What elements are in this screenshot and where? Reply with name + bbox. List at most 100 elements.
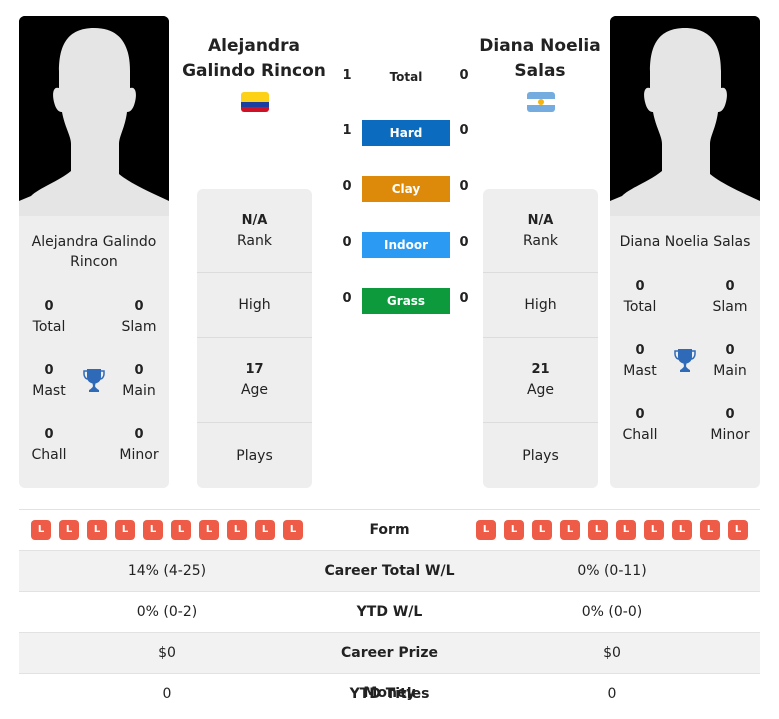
form-result-badge[interactable]: L — [59, 520, 79, 540]
left-titles-minor-value: 0 — [134, 427, 144, 442]
left-plays: Plays — [197, 423, 312, 488]
form-result-badge[interactable]: L — [476, 520, 496, 540]
left-titles-main-label: Main — [122, 383, 156, 399]
left-player-name[interactable]: Alejandra Galindo Rincon — [179, 34, 329, 84]
h2h-grass-left: 0 — [342, 291, 352, 306]
left-titles-total-label: Total — [32, 319, 66, 335]
surface-grass-button[interactable]: Grass — [362, 288, 450, 314]
surface-clay-button[interactable]: Clay — [362, 176, 450, 202]
left-titles-slam: 0 Slam — [109, 297, 169, 337]
h2h-total-left: 1 — [342, 68, 352, 83]
h2h-hard-right: 0 — [459, 123, 469, 138]
left-rank-label: Rank — [237, 232, 272, 249]
left-card-name-line1: Alejandra Galindo — [31, 234, 157, 250]
right-card-name-line1: Diana Noelia Salas — [619, 234, 751, 250]
argentina-flag-icon — [527, 92, 555, 112]
career-prize-money-label: Career Prize Money — [340, 645, 438, 701]
h2h-clay-left: 0 — [342, 179, 352, 194]
form-result-badge[interactable]: L — [283, 520, 303, 540]
career-prize-money-row: $0 Career Prize Money $0 — [19, 633, 760, 701]
form-result-badge[interactable]: L — [560, 520, 580, 540]
right-titles-slam-label: Slam — [712, 299, 748, 315]
right-titles-chall: 0 Chall — [610, 405, 670, 445]
left-card-name-line2: Rincon — [70, 254, 118, 270]
right-age: 21 Age — [483, 338, 598, 423]
left-titles-minor: 0 Minor — [109, 425, 169, 465]
career-total-wl-row: 14% (4-25) Career Total W/L 0% (0-11) — [19, 551, 760, 592]
right-age-label: Age — [526, 382, 555, 398]
ytd-titles-label: YTD Titles — [349, 686, 430, 702]
right-titles-total: 0 Total — [610, 277, 670, 317]
h2h-hard-left: 1 — [342, 123, 352, 138]
left-info-card: N/A Rank High 17 Age Plays — [197, 189, 312, 488]
left-titles-mast-label: Mast — [32, 383, 66, 399]
ytd-wl-label: YTD W/L — [356, 604, 423, 620]
left-plays-label: Plays — [236, 447, 273, 464]
left-rank-value: N/A — [241, 212, 268, 228]
left-titles-total: 0 Total — [19, 297, 79, 337]
surface-hard-button[interactable]: Hard — [362, 120, 450, 146]
left-titles-main-value: 0 — [134, 363, 144, 378]
left-titles-mast-value: 0 — [44, 363, 54, 378]
left-age-value: 17 — [245, 362, 264, 377]
right-player-card-name: Diana Noelia Salas — [610, 232, 760, 252]
stats-table: LLLLLLLLLL Form LLLLLLLLLL 14% (4-25) Ca… — [19, 509, 760, 715]
right-titles-chall-label: Chall — [622, 427, 658, 443]
right-titles-mast-value: 0 — [635, 343, 645, 358]
form-result-badge[interactable]: L — [700, 520, 720, 540]
left-ytd-titles: 0 — [162, 686, 172, 702]
right-player-name-line1: Diana Noelia — [479, 36, 601, 56]
form-result-badge[interactable]: L — [255, 520, 275, 540]
right-titles-slam: 0 Slam — [700, 277, 760, 317]
left-form: LLLLLLLLLL — [19, 510, 315, 550]
right-form: LLLLLLLLLL — [464, 510, 760, 550]
career-total-wl-label: Career Total W/L — [324, 563, 455, 579]
form-result-badge[interactable]: L — [644, 520, 664, 540]
form-result-badge[interactable]: L — [143, 520, 163, 540]
right-titles-main-value: 0 — [725, 343, 735, 358]
form-result-badge[interactable]: L — [171, 520, 191, 540]
h2h-indoor-left: 0 — [342, 235, 352, 250]
right-player-name[interactable]: Diana Noelia Salas — [465, 34, 615, 84]
left-titles-chall: 0 Chall — [19, 425, 79, 465]
left-titles-chall-value: 0 — [44, 427, 54, 442]
form-result-badge[interactable]: L — [616, 520, 636, 540]
right-titles-main-label: Main — [713, 363, 747, 379]
surface-indoor-button[interactable]: Indoor — [362, 232, 450, 258]
h2h-total-label: Total — [389, 70, 423, 84]
right-titles-mast-label: Mast — [623, 363, 657, 379]
form-result-badge[interactable]: L — [227, 520, 247, 540]
left-form-badges: LLLLLLLLLL — [19, 510, 315, 550]
form-result-badge[interactable]: L — [532, 520, 552, 540]
player-silhouette-icon — [19, 16, 169, 216]
form-result-badge[interactable]: L — [728, 520, 748, 540]
form-result-badge[interactable]: L — [115, 520, 135, 540]
right-info-card: N/A Rank High 21 Age Plays — [483, 189, 598, 488]
left-titles-chall-label: Chall — [31, 447, 67, 463]
form-result-badge[interactable]: L — [31, 520, 51, 540]
right-ytd-wl: 0% (0-0) — [581, 604, 643, 620]
form-result-badge[interactable]: L — [504, 520, 524, 540]
form-result-badge[interactable]: L — [588, 520, 608, 540]
ytd-wl-row: 0% (0-2) YTD W/L 0% (0-0) — [19, 592, 760, 633]
player-silhouette-icon — [610, 16, 760, 216]
left-career-prize-money: $0 — [158, 645, 176, 661]
left-career-total-wl: 14% (4-25) — [127, 563, 207, 579]
form-result-badge[interactable]: L — [672, 520, 692, 540]
left-player-name-line2: Galindo Rincon — [182, 61, 326, 81]
left-rank: N/A Rank — [197, 189, 312, 273]
left-ytd-wl: 0% (0-2) — [136, 604, 198, 620]
right-plays-label: Plays — [522, 447, 559, 464]
colombia-flag-icon — [241, 92, 269, 112]
right-rank: N/A Rank — [483, 189, 598, 273]
left-age-label: Age — [240, 382, 269, 398]
form-result-badge[interactable]: L — [87, 520, 107, 540]
left-player-photo — [19, 16, 169, 216]
right-career-prize-money: $0 — [603, 645, 621, 661]
right-high: High — [483, 273, 598, 338]
form-result-badge[interactable]: L — [199, 520, 219, 540]
left-player-name-line1: Alejandra — [208, 36, 300, 56]
h2h-clay-right: 0 — [459, 179, 469, 194]
right-career-total-wl: 0% (0-11) — [577, 563, 647, 579]
right-titles-minor-value: 0 — [725, 407, 735, 422]
